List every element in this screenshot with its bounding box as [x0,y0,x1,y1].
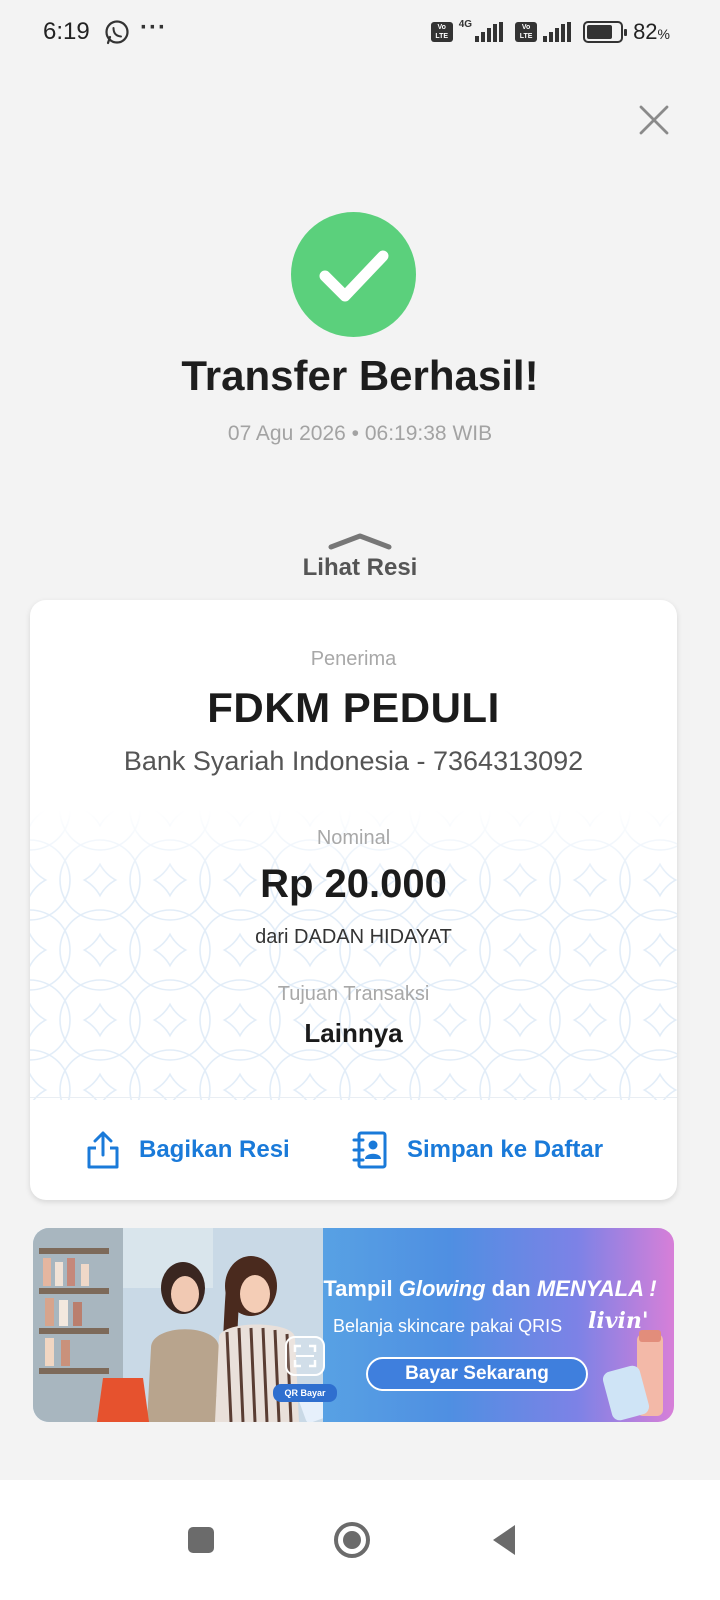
recipient-bank-account: Bank Syariah Indonesia - 7364313092 [123,746,584,776]
share-receipt-label: Bagikan Resi [139,1136,290,1163]
divider [30,1097,677,1098]
view-receipt-label: Lihat Resi [302,554,418,581]
volte-icon: Vo LTE [430,22,453,42]
nominal-label: Nominal [316,827,391,849]
save-to-list-button[interactable]: Simpan ke Daftar [351,1126,603,1174]
back-icon [493,1525,515,1555]
page-title: Transfer Berhasil! [181,352,539,399]
network-type: 4G [458,18,473,30]
qr-pay-label: QR Bayar [273,1384,337,1402]
status-bar: 6:19 ··· Vo LTE 4G Vo LTE 82% [0,0,720,66]
recent-apps-button[interactable] [179,1518,223,1562]
background-pattern [30,810,677,1100]
receipt-card: Penerima FDKM PEDULI Bank Syariah Indone… [30,600,677,1200]
recipient-label: Penerima [310,648,397,670]
contact-book-icon [352,1131,387,1169]
signal-icon-2 [543,22,572,42]
whatsapp-icon [105,20,129,45]
home-button[interactable] [330,1518,374,1562]
skincare-bottles-image [603,1330,663,1421]
promo-banner[interactable]: Tampil Glowing dan MENYALA ! Belanja ski… [33,1228,674,1422]
close-icon[interactable] [638,104,670,136]
volte-icon-2: Vo LTE [515,22,538,42]
save-to-list-label: Simpan ke Daftar [407,1136,604,1163]
status-time: 6:19 [43,18,90,45]
home-icon [334,1522,370,1558]
promo-subtitle: Belanja skincare pakai QRIS [333,1316,563,1336]
transfer-amount: Rp 20.000 [260,862,447,906]
success-check-icon [291,212,416,337]
more-notifications-icon: ··· [140,14,167,41]
transaction-purpose: Lainnya [304,1018,403,1048]
recipient-name: FDKM PEDULI [207,684,500,731]
purpose-label: Tujuan Transaksi [277,983,430,1005]
battery-icon [583,21,628,43]
battery-percent: 82% [633,19,670,44]
recent-apps-icon [188,1527,214,1553]
promo-headline: Tampil Glowing dan MENYALA ! [323,1276,657,1301]
system-navigation-bar [0,1480,720,1600]
status-icons: Vo LTE 4G Vo LTE 82% [430,18,670,45]
share-icon [87,1131,119,1169]
signal-icon [475,22,504,42]
chevron-up-icon [328,533,392,550]
sender-name: dari DADAN HIDAYAT [255,926,452,948]
back-button[interactable] [482,1518,526,1562]
share-receipt-button[interactable]: Bagikan Resi [85,1126,290,1174]
pay-now-button[interactable]: Bayar Sekarang [366,1357,588,1391]
transaction-datetime: 07 Agu 2026 • 06:19:38 WIB [227,422,493,445]
view-receipt-toggle[interactable]: Lihat Resi [0,532,720,582]
qr-scan-icon [285,1336,325,1376]
